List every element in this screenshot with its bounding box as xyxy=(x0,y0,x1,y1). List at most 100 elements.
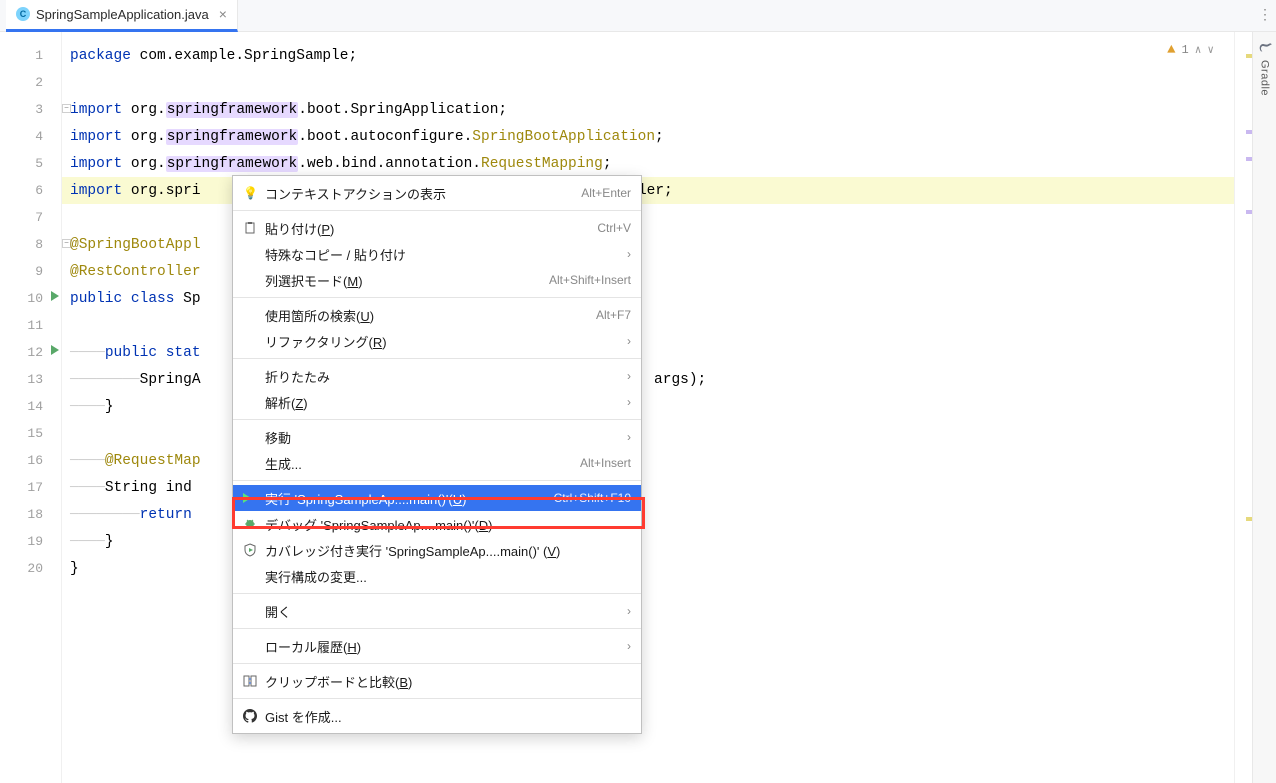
menu-separator xyxy=(233,358,641,359)
menu-item-label: 列選択モード(M) xyxy=(265,271,541,290)
line-number: 19 xyxy=(0,528,61,555)
code-line: package com.example.SpringSample; xyxy=(62,42,1234,69)
line-number: 17 xyxy=(0,474,61,501)
menu-item-shortcut: Alt+Insert xyxy=(580,456,631,470)
menu-separator xyxy=(233,593,641,594)
prev-highlight-icon[interactable]: ∧ xyxy=(1195,43,1202,57)
java-class-icon: C xyxy=(16,7,30,21)
context-menu-item[interactable]: 折りたたみ › xyxy=(233,363,641,389)
code-line xyxy=(62,69,1234,96)
menu-item-label: コンテキストアクションの表示 xyxy=(265,184,573,203)
error-stripe[interactable] xyxy=(1234,32,1252,783)
next-highlight-icon[interactable]: ∨ xyxy=(1207,43,1214,57)
submenu-arrow-icon: › xyxy=(627,639,631,653)
menu-item-shortcut: Alt+Shift+Insert xyxy=(549,273,631,287)
context-menu-item[interactable]: 使用箇所の検索(U)Alt+F7 xyxy=(233,302,641,328)
line-number: 8− xyxy=(0,231,61,258)
line-number: 20 xyxy=(0,555,61,582)
paste-icon xyxy=(243,221,265,235)
menu-item-label: 特殊なコピー / 貼り付け xyxy=(265,245,621,264)
inspection-widget[interactable]: ▲ 1 ∧ ∨ xyxy=(1167,42,1214,58)
context-menu-item[interactable]: 💡コンテキストアクションの表示 Alt+Enter xyxy=(233,180,641,206)
context-menu-item[interactable]: 実行構成の変更... xyxy=(233,563,641,589)
context-menu-item[interactable]: 実行 'SpringSampleAp....main()'(U) Ctrl+Shi… xyxy=(233,485,641,511)
stripe-mark-warning[interactable] xyxy=(1246,517,1252,521)
line-number: 10 xyxy=(0,285,61,312)
context-menu-item[interactable]: Gist を作成... xyxy=(233,703,641,729)
warning-count: 1 xyxy=(1182,43,1189,57)
kebab-menu-icon[interactable]: ⋮ xyxy=(1258,6,1272,23)
editor-tab-active[interactable]: C SpringSampleApplication.java × xyxy=(6,0,238,32)
context-menu-item[interactable]: 特殊なコピー / 貼り付け › xyxy=(233,241,641,267)
stripe-mark-usage[interactable] xyxy=(1246,157,1252,161)
coverage-icon xyxy=(243,543,265,557)
context-menu-item[interactable]: 解析(Z)› xyxy=(233,389,641,415)
line-number: 15 xyxy=(0,420,61,447)
context-menu-item[interactable]: 貼り付け(P) Ctrl+V xyxy=(233,215,641,241)
context-menu-item[interactable]: 生成... Alt+Insert xyxy=(233,450,641,476)
menu-separator xyxy=(233,419,641,420)
line-number: 7 xyxy=(0,204,61,231)
context-menu-item[interactable]: リファクタリング(R) › xyxy=(233,328,641,354)
menu-item-shortcut: Ctrl+Shift+F10 xyxy=(554,491,631,505)
gradle-tool-label[interactable]: Gradle xyxy=(1259,60,1271,96)
context-menu-item[interactable]: デバッグ 'SpringSampleAp....main()'(D) xyxy=(233,511,641,537)
stripe-mark-warning[interactable] xyxy=(1246,54,1252,58)
run-icon xyxy=(243,493,265,503)
line-number: 3− xyxy=(0,96,61,123)
line-number: 16 xyxy=(0,447,61,474)
menu-item-label: デバッグ 'SpringSampleAp....main()'(D) xyxy=(265,515,631,534)
context-menu-item[interactable]: 移動 › xyxy=(233,424,641,450)
line-number: 13 xyxy=(0,366,61,393)
menu-item-shortcut: Alt+F7 xyxy=(596,308,631,322)
submenu-arrow-icon: › xyxy=(627,604,631,618)
submenu-arrow-icon: › xyxy=(627,369,631,383)
line-number: 5 xyxy=(0,150,61,177)
line-number: 14 xyxy=(0,393,61,420)
menu-item-label: 解析(Z) xyxy=(265,393,621,412)
code-line: import org.springframework.boot.autoconf… xyxy=(62,123,1234,150)
debug-icon xyxy=(243,517,265,531)
run-gutter-icon[interactable] xyxy=(51,345,59,355)
menu-item-shortcut: Alt+Enter xyxy=(581,186,631,200)
menu-item-shortcut: Ctrl+V xyxy=(597,221,631,235)
menu-item-label: 実行構成の変更... xyxy=(265,567,631,586)
menu-separator xyxy=(233,663,641,664)
context-menu-item[interactable]: 開く› xyxy=(233,598,641,624)
bulb-icon: 💡 xyxy=(243,186,265,200)
editor-tabs-bar: C SpringSampleApplication.java × ⋮ xyxy=(0,0,1276,32)
menu-item-label: クリップボードと比較(B) xyxy=(265,672,631,691)
line-number: 11 xyxy=(0,312,61,339)
context-menu-item[interactable]: クリップボードと比較(B) xyxy=(233,668,641,694)
code-line: import org.springframework.web.bind.anno… xyxy=(62,150,1234,177)
menu-separator xyxy=(233,698,641,699)
submenu-arrow-icon: › xyxy=(627,247,631,261)
warning-icon: ▲ xyxy=(1167,42,1175,58)
menu-item-label: 移動 xyxy=(265,428,621,447)
menu-separator xyxy=(233,297,641,298)
submenu-arrow-icon: › xyxy=(627,430,631,444)
editor-context-menu: 💡コンテキストアクションの表示 Alt+Enter 貼り付け(P) Ctrl+V 特殊な… xyxy=(232,175,642,734)
right-tool-strip: Gradle xyxy=(1252,32,1276,783)
menu-separator xyxy=(233,628,641,629)
menu-separator xyxy=(233,480,641,481)
menu-item-label: 貼り付け(P) xyxy=(265,219,589,238)
submenu-arrow-icon: › xyxy=(627,334,631,348)
menu-item-label: 実行 'SpringSampleAp....main()'(U) xyxy=(265,489,546,508)
stripe-mark-usage[interactable] xyxy=(1246,210,1252,214)
context-menu-item[interactable]: 列選択モード(M) Alt+Shift+Insert xyxy=(233,267,641,293)
run-gutter-icon[interactable] xyxy=(51,291,59,301)
menu-item-label: 折りたたみ xyxy=(265,367,621,386)
menu-item-label: リファクタリング(R) xyxy=(265,332,621,351)
menu-item-label: 生成... xyxy=(265,454,572,473)
diff-icon xyxy=(243,674,265,688)
stripe-mark-usage[interactable] xyxy=(1246,130,1252,134)
gradle-icon[interactable] xyxy=(1257,38,1273,54)
context-menu-item[interactable]: ローカル履歴(H)› xyxy=(233,633,641,659)
close-icon[interactable]: × xyxy=(219,6,227,22)
line-number: 2 xyxy=(0,69,61,96)
code-line: import org.springframework.boot.SpringAp… xyxy=(62,96,1234,123)
menu-separator xyxy=(233,210,641,211)
context-menu-item[interactable]: カバレッジ付き実行 'SpringSampleAp....main()' (V) xyxy=(233,537,641,563)
github-icon xyxy=(243,709,265,723)
